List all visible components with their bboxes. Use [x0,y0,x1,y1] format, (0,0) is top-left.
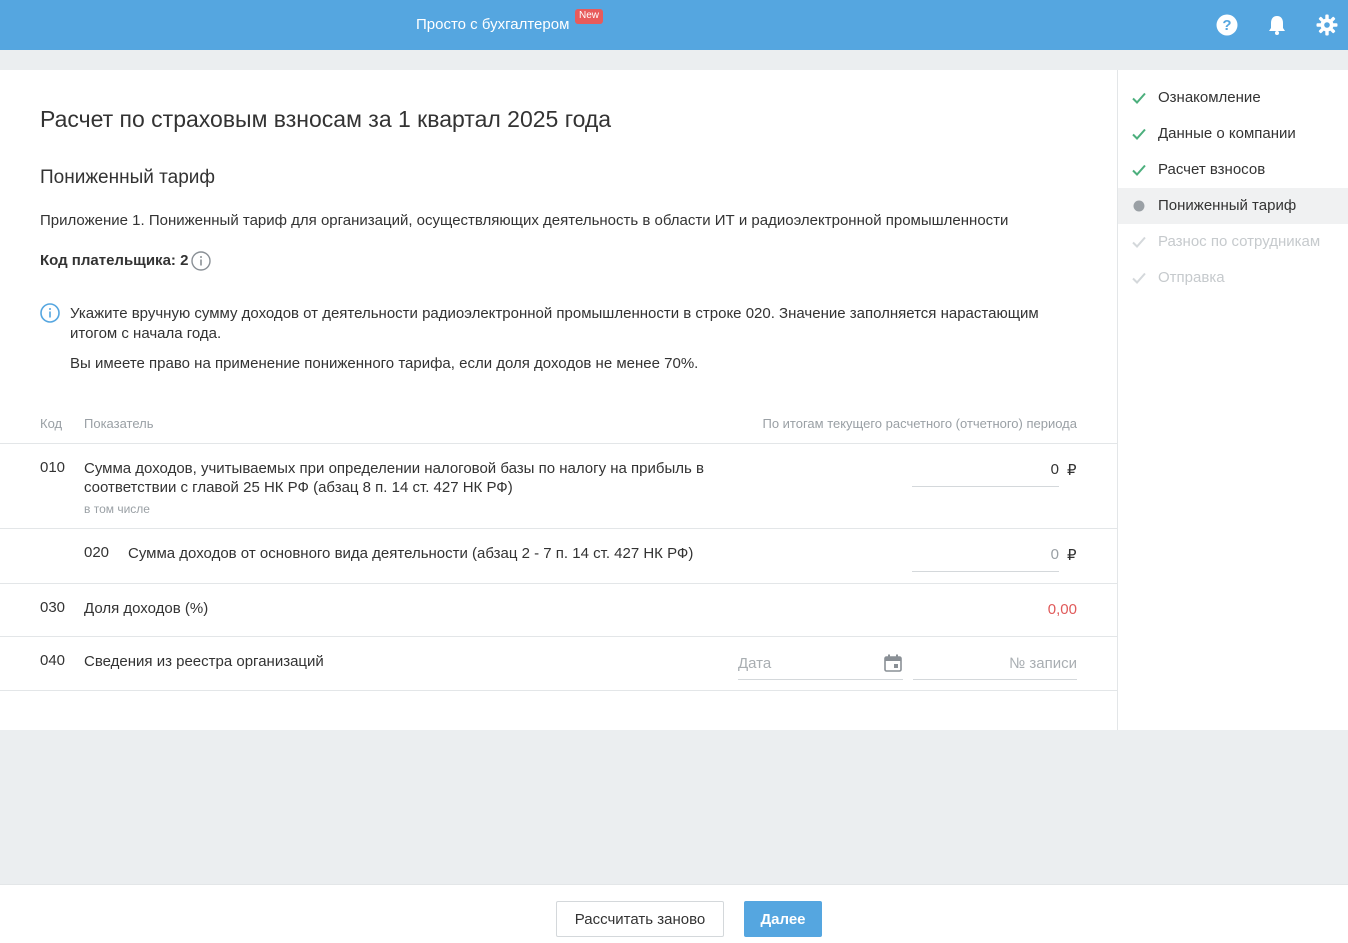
table-divider [0,690,1117,691]
income-share-value: 0,00 [1047,601,1077,618]
column-header-code: Код [40,416,63,431]
input-underline [912,486,1059,487]
step-label: Разнос по сотрудникам [1158,233,1321,250]
notice-info-icon [40,303,60,323]
column-header-period: По итогам текущего расчетного (отчетного… [762,416,1077,431]
step-contributions[interactable]: Расчет взносов [1118,152,1348,188]
current-step-dot-icon [1133,200,1145,212]
record-underline [913,679,1077,680]
page-title: Расчет по страховым взносам за 1 квартал… [40,106,612,132]
step-label: Расчет взносов [1158,161,1266,178]
table-divider [0,583,1117,584]
column-header-indicator: Показатель [84,416,154,431]
step-introduction[interactable]: Ознакомление [1118,80,1348,116]
top-bar [0,0,1348,50]
calendar-icon[interactable] [883,653,903,673]
new-badge: New [575,9,604,24]
notice-text: Укажите вручную сумму доходов от деятель… [70,305,1039,342]
check-icon [1132,236,1146,248]
step-reduced-tariff[interactable]: Пониженный тариф [1118,188,1348,224]
record-number-input[interactable]: № записи [913,655,1077,672]
ruble-sign: ₽ [1067,547,1077,564]
row-code: 010 [40,459,66,476]
recalculate-button[interactable]: Рассчитать заново [556,901,724,937]
row-code: 020 [84,544,110,561]
section-title: Пониженный тариф [40,167,216,188]
table-divider [0,636,1117,637]
section-subtitle: Приложение 1. Пониженный тариф для орган… [40,212,1009,229]
table-divider [0,528,1117,529]
step-label: Ознакомление [1158,89,1261,106]
gear-icon[interactable] [1316,14,1338,36]
step-label: Пониженный тариф [1158,197,1297,214]
payer-code: Код плательщика: 2 [40,252,189,269]
input-underline [912,571,1059,572]
income-010-input[interactable]: 0 [912,461,1059,478]
date-underline [738,679,903,680]
check-icon [1132,92,1146,104]
date-input[interactable]: Дата [738,655,771,672]
row-code: 040 [40,652,66,669]
row-label: Доля доходов (%) [84,600,209,617]
check-icon [1132,128,1146,140]
notice-text-2: Вы имеете право на применение пониженног… [70,355,699,372]
svg-text:?: ? [1222,17,1231,34]
step-submission: Отправка [1118,260,1348,296]
check-icon [1132,272,1146,284]
row-label: Сумма доходов, учитываемых при определен… [84,460,704,496]
step-employee-allocation: Разнос по сотрудникам [1118,224,1348,260]
row-label: Сведения из реестра организаций [84,653,324,670]
step-label: Данные о компании [1158,125,1296,142]
step-company-data[interactable]: Данные о компании [1118,116,1348,152]
row-note: в том числе [84,502,150,516]
bell-icon[interactable] [1266,14,1288,36]
help-icon[interactable]: ? [1216,14,1238,36]
check-icon [1132,164,1146,176]
next-button[interactable]: Далее [744,901,822,937]
brand-title[interactable]: Просто с бухгалтером [416,16,569,33]
row-code: 030 [40,599,66,616]
income-020-input[interactable]: 0 [912,546,1059,563]
info-icon[interactable] [191,251,211,271]
table-divider [0,443,1117,444]
step-label: Отправка [1158,269,1225,286]
row-label: Сумма доходов от основного вида деятельн… [128,545,694,562]
ruble-sign: ₽ [1067,462,1077,479]
